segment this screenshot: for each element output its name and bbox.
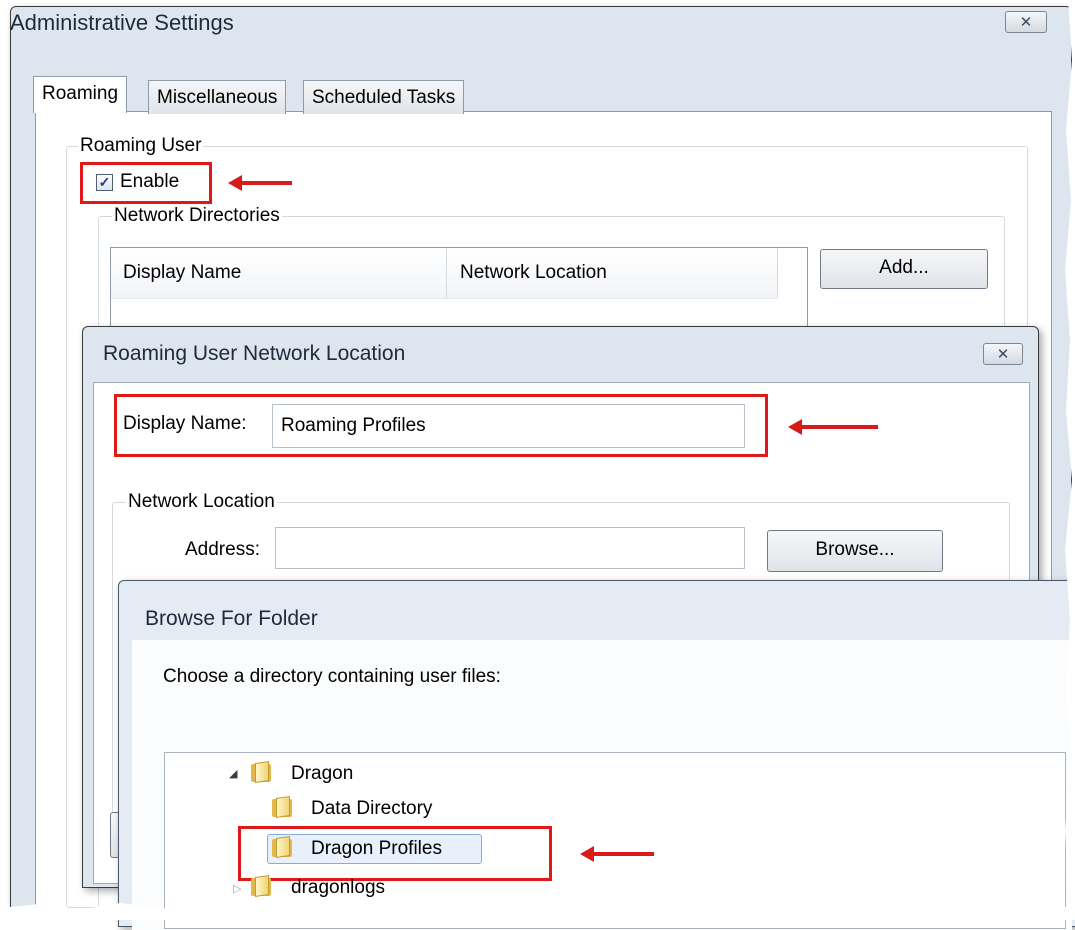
window-title: Administrative Settings [10, 10, 234, 35]
add-button[interactable]: Add... [820, 249, 988, 289]
network-directories-group-label: Network Directories [112, 205, 282, 227]
arrow-icon [580, 846, 654, 862]
enable-highlight-box [80, 162, 212, 204]
close-button[interactable]: ✕ [983, 343, 1023, 365]
tree-item-data-directory[interactable]: Data Directory [311, 798, 432, 820]
dialog-title: Browse For Folder [145, 607, 318, 630]
browse-button[interactable]: Browse... [767, 530, 943, 572]
address-label: Address: [185, 539, 260, 560]
close-button[interactable]: ✕ [1005, 11, 1047, 33]
network-location-group-label: Network Location [126, 491, 277, 513]
tab-miscellaneous[interactable]: Miscellaneous [148, 80, 287, 114]
tab-roaming[interactable]: Roaming [33, 76, 128, 113]
column-header-network-location[interactable]: Network Location [460, 262, 607, 284]
dialog-title: Roaming User Network Location [103, 342, 406, 365]
torn-edge [1065, 0, 1075, 920]
torn-edge [0, 903, 1075, 920]
tree-item-dragon[interactable]: Dragon [291, 763, 353, 785]
arrow-icon [228, 175, 292, 191]
roaming-user-group-label: Roaming User [78, 135, 204, 157]
column-header-display-name[interactable]: Display Name [123, 262, 241, 284]
folder-icon [272, 796, 294, 818]
tree-item-dragonlogs[interactable]: dragonlogs [291, 877, 385, 899]
close-icon: ✕ [1019, 14, 1033, 31]
list-header: Display Name Network Location [111, 248, 778, 299]
collapse-triangle-icon[interactable]: ▷ [233, 882, 241, 895]
dialog-prompt: Choose a directory containing user files… [163, 666, 501, 687]
column-divider[interactable] [777, 248, 778, 298]
column-divider[interactable] [446, 248, 447, 298]
expand-triangle-icon[interactable]: ◢ [229, 767, 237, 780]
tab-scheduled-tasks[interactable]: Scheduled Tasks [303, 80, 465, 114]
folder-icon [251, 875, 273, 897]
close-icon: ✕ [996, 346, 1010, 363]
display-name-highlight-box [114, 394, 768, 457]
dragon-profiles-highlight-box [238, 826, 552, 881]
arrow-icon [788, 419, 878, 435]
folder-icon [251, 761, 273, 783]
address-input[interactable] [275, 527, 745, 569]
